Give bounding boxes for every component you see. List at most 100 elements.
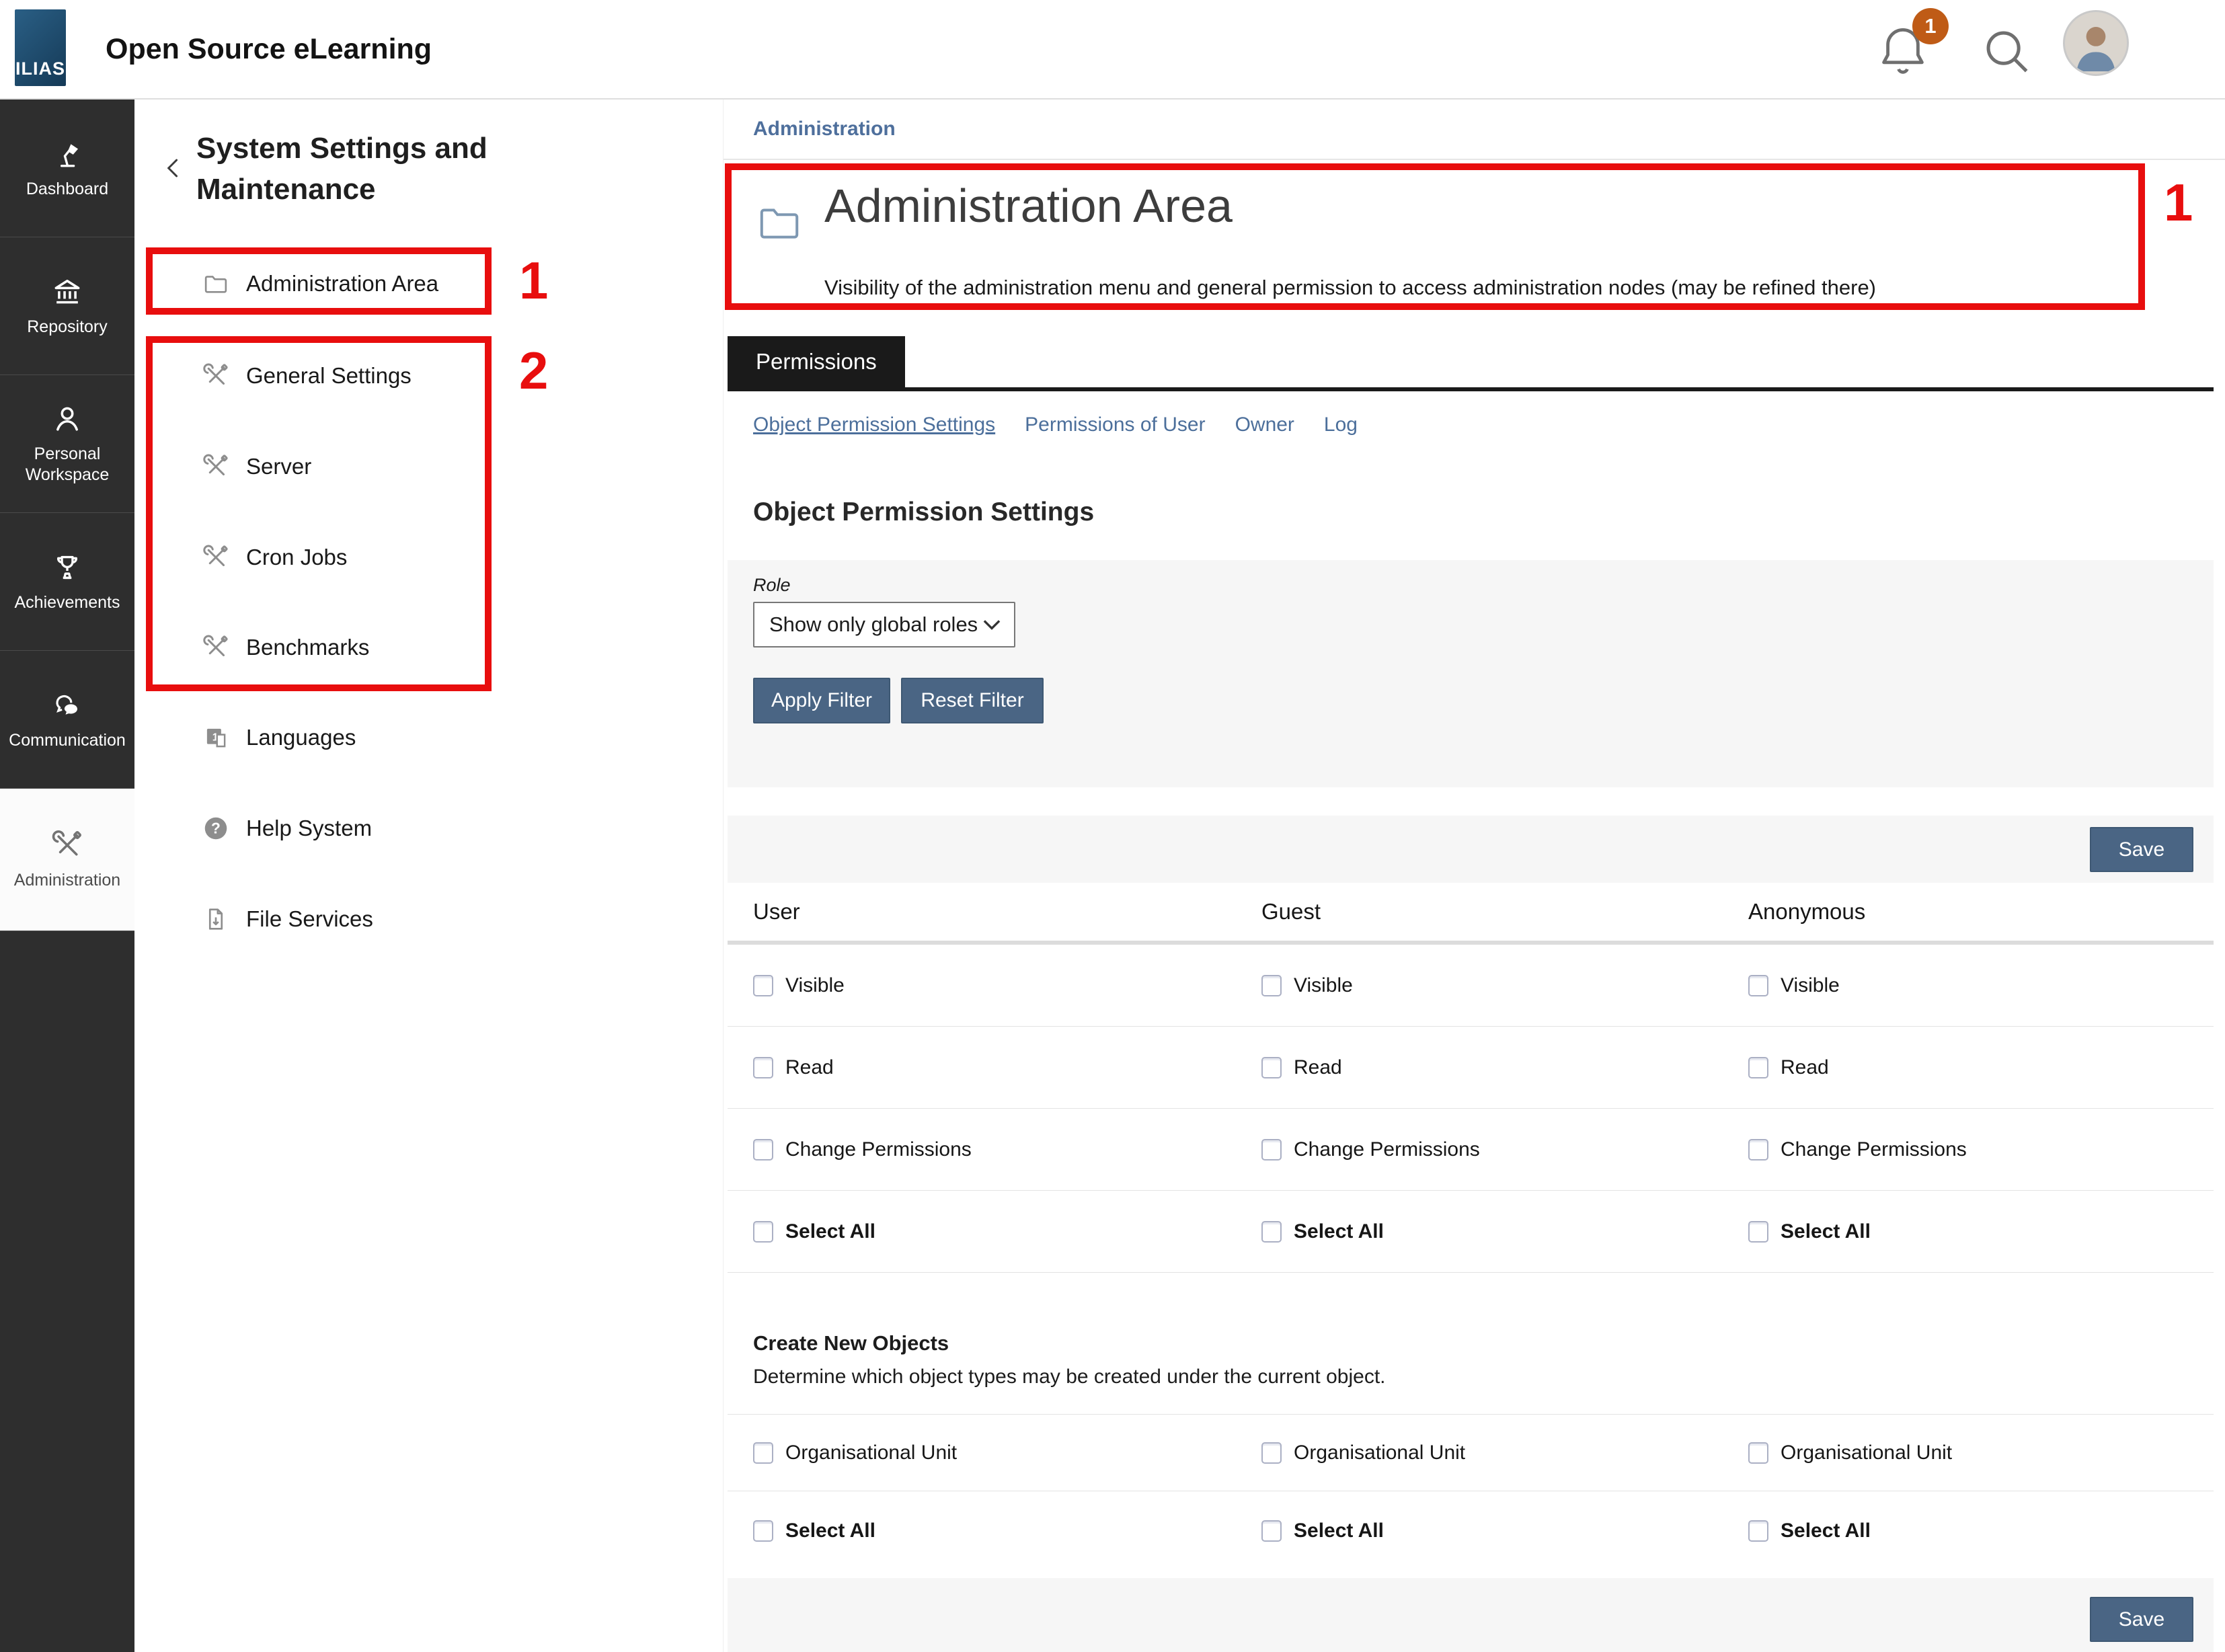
checkbox[interactable] [1748,1221,1768,1243]
annotation-number-main-1: 1 [2164,176,2193,229]
sidebar-item-languages[interactable]: 1 Languages [202,714,356,761]
checkbox[interactable] [753,1520,773,1542]
notifications-button[interactable]: 1 [1871,20,1935,85]
subnav-log[interactable]: Log [1324,414,1358,436]
rail-item-dashboard[interactable]: Dashboard [0,100,134,237]
checkbox[interactable] [753,1221,773,1243]
checkbox[interactable] [1748,1442,1768,1464]
checkbox-anonymous-select-all[interactable]: Select All [1748,1191,1871,1272]
checkbox[interactable] [753,1139,773,1161]
rail-item-label: Repository [5,317,130,338]
tab-underline [728,387,2214,391]
apply-filter-button[interactable]: Apply Filter [753,678,890,723]
checkbox[interactable] [1261,1139,1282,1161]
rail-item-personal-workspace[interactable]: Personal Workspace [0,375,134,513]
role-filter-label: Role [753,575,791,596]
checkbox-guest-read[interactable]: Read [1261,1027,1342,1108]
subnav-permissions-of-user[interactable]: Permissions of User [1025,414,1205,436]
rail-item-label: Administration [5,870,130,891]
main-content: Administration Administration Area Visib… [724,100,2225,1652]
reset-filter-button[interactable]: Reset Filter [901,678,1044,723]
checkbox-user-read[interactable]: Read [753,1027,834,1108]
rail-item-repository[interactable]: Repository [0,237,134,375]
sidebar-item-cron-jobs[interactable]: Cron Jobs [202,534,347,581]
subnav-object-permission-settings[interactable]: Object Permission Settings [753,414,995,436]
checkbox-guest-select-all[interactable]: Select All [1261,1191,1384,1272]
checkbox-anonymous-organisational-unit[interactable]: Organisational Unit [1748,1415,1952,1491]
breadcrumb-link-administration[interactable]: Administration [753,100,896,159]
search-button[interactable] [1978,23,2036,81]
checkbox[interactable] [1261,1520,1282,1542]
checkbox-user-organisational-unit[interactable]: Organisational Unit [753,1415,957,1491]
checkbox[interactable] [1261,975,1282,996]
collapse-sidebar-button[interactable] [159,153,188,183]
sidebar-item-label: Server [246,454,311,479]
chevron-down-icon [983,619,1001,630]
sidebar-item-help-system[interactable]: ? Help System [202,805,372,852]
column-header-guest: Guest [1261,883,1321,941]
checkbox-anonymous-change-permissions[interactable]: Change Permissions [1748,1109,1967,1190]
checkbox[interactable] [1261,1442,1282,1464]
checkbox-label: Select All [1781,1520,1871,1542]
save-toolbar-bottom: Save [728,1578,2214,1652]
checkbox-guest-organisational-unit[interactable]: Organisational Unit [1261,1415,1465,1491]
ilias-logo[interactable]: ILIAS [15,9,66,86]
sidebar-item-label: File Services [246,906,373,932]
checkbox-guest-select-all-create[interactable]: Select All [1261,1491,1384,1571]
folder-icon [202,270,230,298]
page-description: Visibility of the administration menu an… [824,276,1876,300]
checkbox-user-select-all[interactable]: Select All [753,1191,875,1272]
checkbox[interactable] [1261,1221,1282,1243]
checkbox-label: Organisational Unit [785,1442,957,1464]
checkbox-anonymous-read[interactable]: Read [1748,1027,1829,1108]
tab-permissions[interactable]: Permissions [728,336,905,387]
person-icon [50,402,84,436]
rail-item-administration[interactable]: Administration [0,789,134,931]
sidebar-item-administration-area[interactable]: Administration Area [202,260,438,307]
checkbox-guest-visible[interactable]: Visible [1261,945,1353,1026]
checkbox-user-select-all-create[interactable]: Select All [753,1491,875,1571]
checkbox[interactable] [1261,1057,1282,1078]
sidebar-item-label: Help System [246,816,372,841]
sidebar-item-general-settings[interactable]: General Settings [202,352,412,399]
avatar[interactable] [2063,10,2129,76]
rail-item-communication[interactable]: Communication [0,651,134,789]
checkbox-anonymous-select-all-create[interactable]: Select All [1748,1491,1871,1571]
sidebar-item-label: Languages [246,725,356,750]
sidebar-item-server[interactable]: Server [202,443,311,490]
checkbox[interactable] [1748,1057,1768,1078]
speech-bubbles-icon [50,689,84,722]
top-header: ILIAS Open Source eLearning 1 [0,0,2225,100]
save-button[interactable]: Save [2090,827,2193,872]
table-row-select-all: Select All Select All Select All [728,1191,2214,1273]
table-row-organisational-unit: Organisational Unit Organisational Unit … [728,1415,2214,1491]
crossed-tools-icon [202,453,230,481]
subnav-owner[interactable]: Owner [1235,414,1294,436]
rail-item-label: Communication [5,730,130,751]
checkbox-user-change-permissions[interactable]: Change Permissions [753,1109,972,1190]
svg-text:?: ? [211,820,221,837]
checkbox-anonymous-visible[interactable]: Visible [1748,945,1840,1026]
sidebar-item-benchmarks[interactable]: Benchmarks [202,624,369,671]
column-header-user: User [753,883,800,941]
checkbox[interactable] [1748,1139,1768,1161]
checkbox-label: Visible [1781,974,1840,997]
role-select-value: Show only global roles [769,613,983,637]
sidebar-item-file-services[interactable]: File Services [202,896,373,943]
checkbox[interactable] [753,975,773,996]
checkbox[interactable] [1748,1520,1768,1542]
table-row-change-permissions: Change Permissions Change Permissions Ch… [728,1109,2214,1191]
checkbox-user-visible[interactable]: Visible [753,945,845,1026]
checkbox[interactable] [753,1057,773,1078]
checkbox[interactable] [753,1442,773,1464]
checkbox-guest-change-permissions[interactable]: Change Permissions [1261,1109,1480,1190]
sidebar-title: System Settings and Maintenance [196,128,586,210]
checkbox[interactable] [1748,975,1768,996]
crossed-tools-icon [202,543,230,572]
role-select[interactable]: Show only global roles [753,602,1015,647]
table-row-select-all-create: Select All Select All Select All [728,1491,2214,1571]
save-button[interactable]: Save [2090,1597,2193,1642]
checkbox-label: Organisational Unit [1781,1442,1952,1464]
rail-item-achievements[interactable]: Achievements [0,513,134,651]
checkbox-label: Organisational Unit [1294,1442,1465,1464]
